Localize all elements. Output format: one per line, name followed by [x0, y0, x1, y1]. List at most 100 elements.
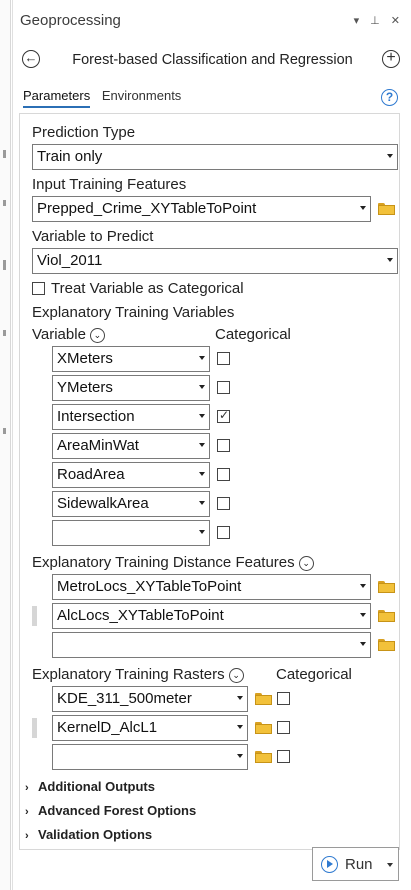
chevron-right-icon: › — [25, 806, 29, 818]
variable-to-predict-label: Variable to Predict — [32, 228, 154, 245]
variable-categorical-checkbox[interactable] — [217, 497, 230, 510]
distance-features-text: Explanatory Training Distance Features — [32, 554, 295, 571]
input-training-features-dropdown[interactable]: Prepped_Crime_XYTableToPoint — [32, 196, 371, 222]
variable-row-dropdown[interactable]: Intersection — [52, 404, 210, 430]
folder-icon[interactable] — [255, 722, 272, 734]
chevron-down-icon[interactable]: ⌄ — [298, 555, 314, 571]
treat-categorical-label: Treat Variable as Categorical — [51, 280, 244, 297]
tab-strip: Parameters Environments — [23, 88, 189, 108]
variable-value: XMeters — [57, 350, 113, 367]
variable-to-predict-dropdown[interactable]: Viol_2011 — [32, 248, 398, 274]
raster-value: KernelD_AlcL1 — [57, 719, 158, 736]
section-additional-outputs[interactable]: › Additional Outputs — [25, 779, 155, 794]
folder-icon[interactable] — [378, 203, 395, 215]
folder-icon[interactable] — [255, 693, 272, 705]
row-drag-handle[interactable] — [32, 606, 37, 626]
prediction-type-value: Train only — [37, 148, 103, 165]
variable-categorical-checkbox[interactable] — [217, 439, 230, 452]
dropdown-arrow-icon — [360, 584, 366, 588]
dock-tick — [3, 330, 6, 336]
left-dock-strip — [0, 0, 11, 890]
dropdown-arrow-icon — [199, 472, 205, 476]
treat-categorical-checkbox[interactable] — [32, 282, 45, 295]
row-drag-handle[interactable] — [32, 718, 37, 738]
tool-header: ← Forest-based Classification and Regres… — [13, 48, 411, 74]
variable-categorical-checkbox[interactable] — [217, 468, 230, 481]
variable-categorical-checkbox[interactable] — [217, 408, 230, 423]
variable-row-dropdown[interactable]: RoadArea — [52, 462, 210, 488]
dropdown-arrow-icon — [199, 356, 205, 360]
distance-feature-dropdown[interactable]: MetroLocs_XYTableToPoint — [52, 574, 371, 600]
add-plus-icon[interactable]: + — [382, 50, 400, 68]
dropdown-arrow-icon — [387, 258, 393, 262]
variable-row-dropdown-empty[interactable] — [52, 520, 210, 546]
prediction-type-dropdown[interactable]: Train only — [32, 144, 398, 170]
pane-window-controls[interactable]: ▾ ⊥ ✕ — [354, 14, 404, 27]
dropdown-arrow-icon — [387, 154, 393, 158]
dock-tick — [3, 428, 6, 434]
section-advanced-forest-options[interactable]: › Advanced Forest Options — [25, 803, 196, 818]
tab-parameters[interactable]: Parameters — [23, 88, 91, 108]
variable-row-dropdown[interactable]: AreaMinWat — [52, 433, 210, 459]
variable-row-dropdown[interactable]: XMeters — [52, 346, 210, 372]
distance-features-label: Explanatory Training Distance Features ⌄ — [32, 554, 314, 571]
dropdown-arrow-icon — [237, 754, 243, 758]
chevron-down-icon[interactable]: ⌄ — [228, 667, 244, 683]
pane-title: Geoprocessing — [20, 12, 121, 29]
dropdown-arrow-icon — [199, 414, 205, 418]
dock-tick — [3, 150, 6, 158]
input-training-features-label: Input Training Features — [32, 176, 187, 193]
chevron-right-icon: › — [25, 830, 29, 842]
variable-row-dropdown[interactable]: SidewalkArea — [52, 491, 210, 517]
distance-feature-dropdown-empty[interactable] — [52, 632, 371, 658]
rasters-categorical-header: Categorical — [276, 666, 352, 683]
dock-tick — [3, 200, 6, 206]
rasters-label: Explanatory Training Rasters ⌄ — [32, 666, 244, 683]
section-label: Additional Outputs — [38, 779, 155, 794]
variable-column-label: Variable — [32, 326, 86, 343]
folder-icon[interactable] — [378, 610, 395, 622]
dock-tick — [3, 260, 6, 270]
explanatory-variables-label: Explanatory Training Variables — [32, 304, 235, 321]
folder-icon[interactable] — [378, 639, 395, 651]
variable-categorical-checkbox[interactable] — [217, 381, 230, 394]
section-label: Advanced Forest Options — [38, 803, 197, 818]
raster-value: KDE_311_500meter — [57, 690, 192, 707]
raster-dropdown[interactable]: KDE_311_500meter — [52, 686, 248, 712]
dropdown-arrow-icon — [199, 443, 205, 447]
dropdown-arrow-icon — [199, 501, 205, 505]
chevron-right-icon: › — [25, 782, 29, 794]
run-label: Run — [345, 856, 373, 873]
dropdown-arrow-icon — [237, 725, 243, 729]
dropdown-arrow-icon — [360, 613, 366, 617]
section-validation-options[interactable]: › Validation Options — [25, 827, 152, 842]
variable-row-dropdown[interactable]: YMeters — [52, 375, 210, 401]
variable-column-header: Variable ⌄ — [32, 326, 105, 343]
raster-categorical-checkbox[interactable] — [277, 692, 290, 705]
raster-dropdown[interactable]: KernelD_AlcL1 — [52, 715, 248, 741]
dropdown-arrow-icon — [360, 206, 366, 210]
dropdown-arrow-icon — [360, 642, 366, 646]
chevron-down-icon[interactable]: ⌄ — [89, 327, 105, 343]
rasters-text: Explanatory Training Rasters — [32, 666, 225, 683]
run-options-arrow-icon[interactable] — [387, 863, 393, 867]
prediction-type-label: Prediction Type — [32, 124, 136, 141]
raster-dropdown-empty[interactable] — [52, 744, 248, 770]
help-icon[interactable]: ? — [381, 89, 398, 106]
run-button[interactable]: Run — [312, 847, 399, 881]
parameters-form: Prediction Type Train only Input Trainin… — [19, 113, 400, 850]
distance-feature-value: MetroLocs_XYTableToPoint — [57, 578, 242, 595]
variable-categorical-checkbox[interactable] — [217, 526, 230, 539]
variable-categorical-checkbox[interactable] — [217, 352, 230, 365]
tab-environments[interactable]: Environments — [102, 88, 181, 106]
geoprocessing-pane: Geoprocessing ▾ ⊥ ✕ ← Forest-based Class… — [12, 0, 411, 890]
input-training-features-value: Prepped_Crime_XYTableToPoint — [37, 200, 257, 217]
folder-icon[interactable] — [378, 581, 395, 593]
raster-categorical-checkbox[interactable] — [277, 721, 290, 734]
tool-title: Forest-based Classification and Regressi… — [72, 52, 353, 68]
raster-categorical-checkbox[interactable] — [277, 750, 290, 763]
folder-icon[interactable] — [255, 751, 272, 763]
variable-value: YMeters — [57, 379, 113, 396]
distance-feature-dropdown[interactable]: AlcLocs_XYTableToPoint — [52, 603, 371, 629]
distance-feature-value: AlcLocs_XYTableToPoint — [57, 607, 224, 624]
